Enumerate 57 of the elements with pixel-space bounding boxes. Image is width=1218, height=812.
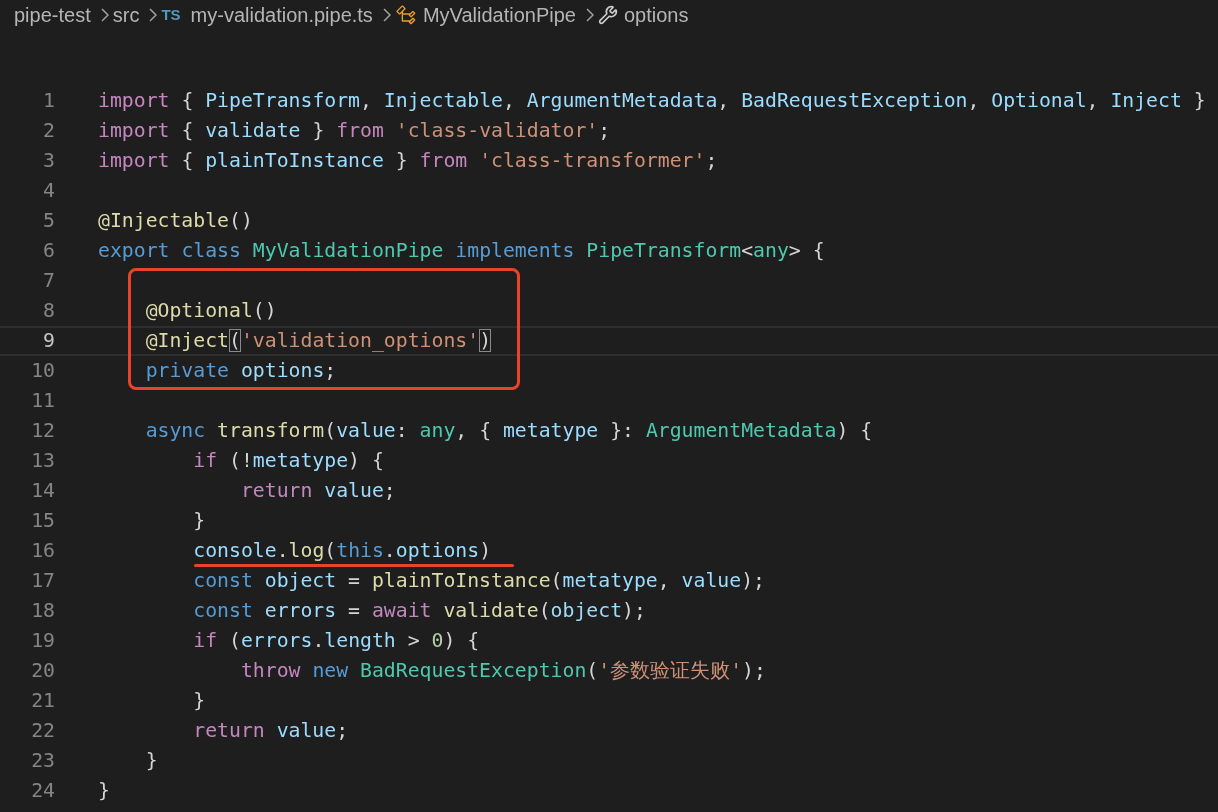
line-number: 21 xyxy=(30,688,55,715)
line-number: 11 xyxy=(30,388,55,415)
code-line: export class MyValidationPipe implements PipeTransform<any> { xyxy=(98,239,825,263)
code-line: private options; xyxy=(144,359,337,383)
code-line: const object = plainToInstance(metatype, value); xyxy=(192,569,765,593)
line-number: 6 xyxy=(42,238,55,265)
line-number: 9 xyxy=(42,328,55,355)
line-number: 7 xyxy=(42,268,55,295)
wrench-icon xyxy=(597,5,618,25)
code-line: throw new BadRequestException('参数验证失败'); xyxy=(239,659,766,683)
line-number: 24 xyxy=(30,778,55,805)
line-number: 5 xyxy=(42,208,55,235)
code-line: if (errors.length > 0) { xyxy=(192,629,480,653)
breadcrumb-item[interactable]: src xyxy=(112,0,140,30)
chevron-icon xyxy=(100,8,109,22)
line-number: 18 xyxy=(30,598,55,625)
line-number: 19 xyxy=(30,628,55,655)
code-line: } xyxy=(98,779,110,803)
line-number: 22 xyxy=(30,718,55,745)
line-number: 16 xyxy=(30,538,55,565)
code-line: @Injectable() xyxy=(98,209,253,233)
line-number: 20 xyxy=(30,658,55,685)
code-line: async transform(value: any, { metatype }: ArgumentMetadata) { xyxy=(144,419,873,443)
chevron-icon xyxy=(382,8,391,22)
code-line: import { validate } from 'class-validator'; xyxy=(98,119,611,143)
chevron-icon xyxy=(149,8,158,22)
line-number: 2 xyxy=(42,118,55,145)
code-line: } xyxy=(192,509,206,533)
line-number: 17 xyxy=(30,568,55,595)
code-line: const errors = await validate(object); xyxy=(192,599,646,623)
file-type-label: TS xyxy=(161,4,181,25)
line-number: 14 xyxy=(30,478,55,505)
breadcrumb-item[interactable]: my-validation.pipe.ts xyxy=(190,0,373,30)
line-number: 4 xyxy=(42,178,55,205)
code-line: } xyxy=(144,749,158,773)
code-line: console.log(this.options) xyxy=(192,539,492,563)
line-number: 15 xyxy=(30,508,55,535)
code-line: if (!metatype) { xyxy=(192,449,384,473)
breadcrumb-item[interactable]: options xyxy=(623,0,689,30)
code-line: return value; xyxy=(192,719,349,743)
breadcrumb-item[interactable]: MyValidationPipe xyxy=(422,0,576,30)
line-number: 10 xyxy=(30,358,55,385)
line-number: 1 xyxy=(42,88,55,115)
line-number: 8 xyxy=(42,298,55,325)
breadcrumb-item[interactable]: pipe-test xyxy=(14,0,91,30)
class-icon xyxy=(394,4,417,26)
line-number: 13 xyxy=(30,448,55,475)
code-line: } xyxy=(192,689,206,713)
code-line: import { plainToInstance } from 'class-transformer'; xyxy=(98,149,718,173)
code-line: return value; xyxy=(239,479,396,503)
code-line: @Optional() xyxy=(144,299,277,323)
line-number: 12 xyxy=(30,418,55,445)
code-line: import { PipeTransform, Injectable, ArgumentMetadata, BadRequestException, Optional, Inject } xyxy=(98,89,1206,113)
chevron-icon xyxy=(585,8,594,22)
line-number: 3 xyxy=(42,148,55,175)
line-number: 23 xyxy=(30,748,55,775)
code-line: @Inject('validation_options') xyxy=(144,329,492,353)
